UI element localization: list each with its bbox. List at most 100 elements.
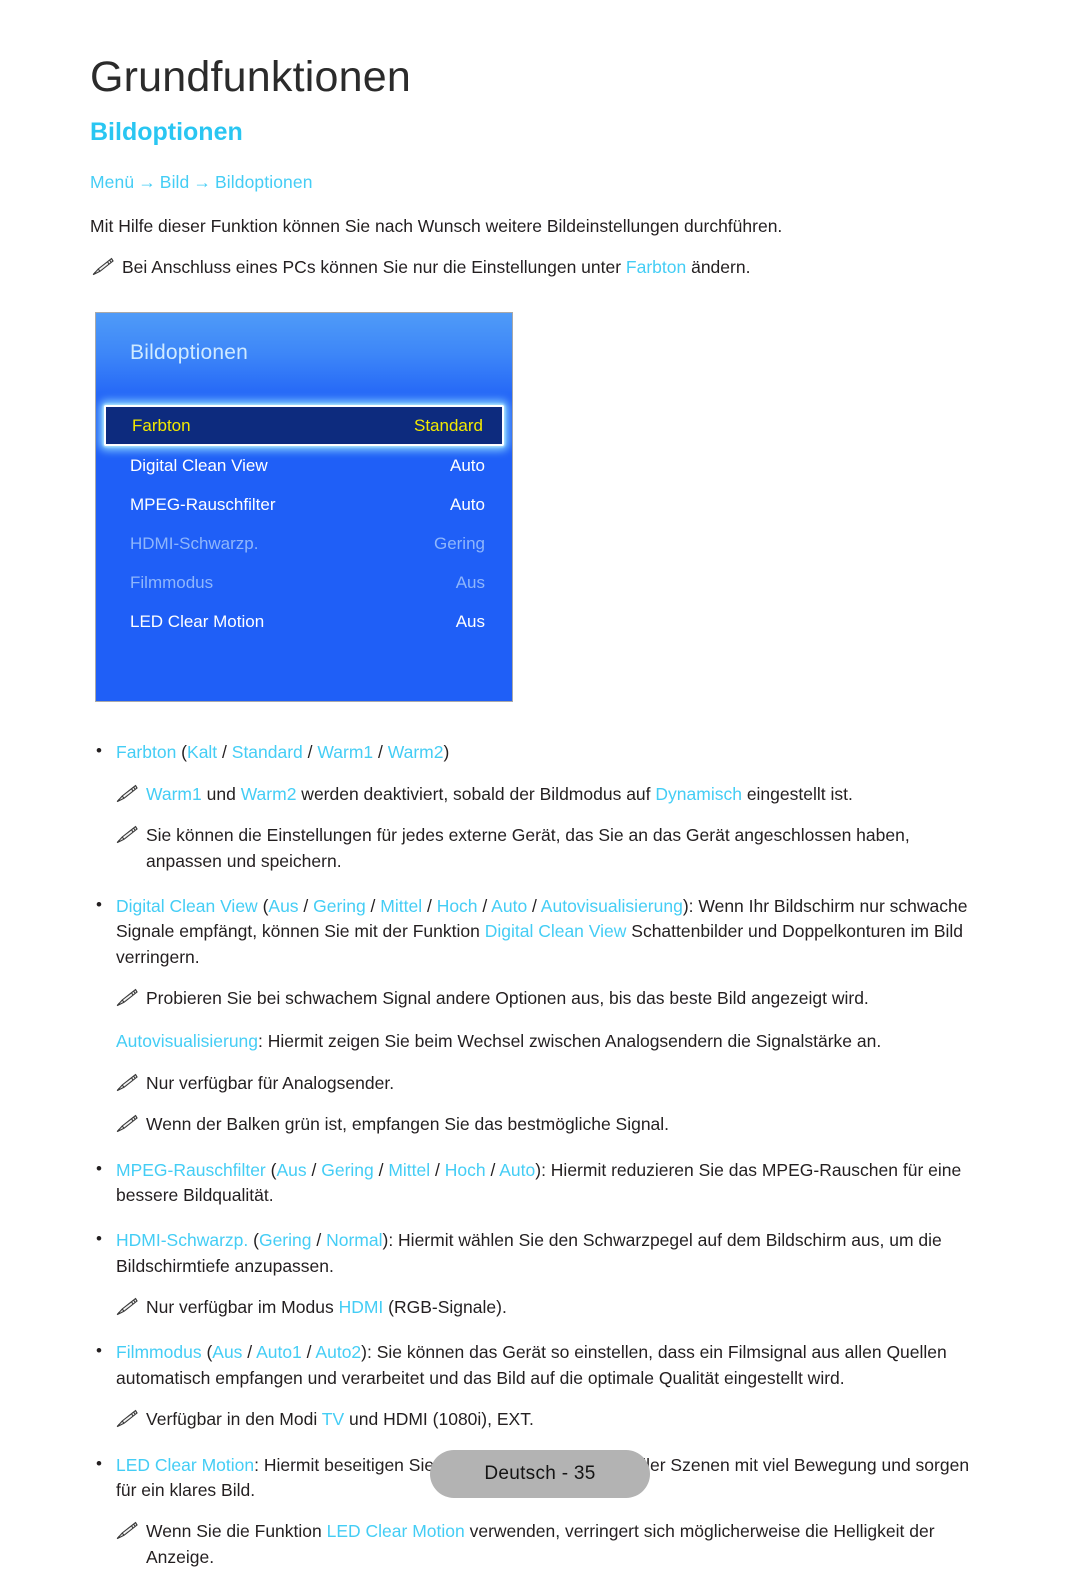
pencil-note-icon xyxy=(90,257,114,277)
option-sep: / xyxy=(298,895,314,916)
section-title: Bildoptionen xyxy=(90,117,243,146)
option-hoch: Hoch xyxy=(444,1159,486,1180)
osd-row-label: Filmmodus xyxy=(130,572,214,592)
bullet-term-farbton: Farbton xyxy=(116,742,177,763)
note-link-led-clear-motion: LED Clear Motion xyxy=(326,1521,465,1542)
pencil-note-icon xyxy=(114,784,138,804)
osd-screenshot-wrapper: Bildoptionen Farbton Standard Digital Cl… xyxy=(95,312,990,703)
page-footer: Deutsch - 35 xyxy=(0,1450,1080,1498)
option-auto: Auto xyxy=(491,895,528,916)
bullet-term-hdmi-schwarzp: HDMI-Schwarzp. xyxy=(116,1230,249,1251)
pencil-note-icon xyxy=(114,1297,138,1317)
option-sep: / xyxy=(311,1230,327,1251)
intro-paragraph: Mit Hilfe dieser Funktion können Sie nac… xyxy=(90,216,783,237)
option-sep: / xyxy=(301,1342,316,1363)
note-link-warm1: Warm1 xyxy=(146,783,202,804)
pencil-note-icon xyxy=(114,1073,138,1093)
osd-row-label: Farbton xyxy=(132,415,191,435)
paren-open: ( xyxy=(248,1230,259,1251)
note-text-1: und xyxy=(201,783,241,804)
note-pc-anschluss: Bei Anschluss eines PCs können Sie nur d… xyxy=(90,255,990,280)
note-verfuegbar-modi: Verfügbar in den Modi TV und HDMI (1080i… xyxy=(114,1407,990,1432)
bullet-hdmi-schwarzp: HDMI-Schwarzp. (Gering / Normal): Hiermi… xyxy=(90,1227,990,1279)
paren-open: ( xyxy=(265,1159,277,1180)
chapter-title: Grundfunktionen xyxy=(90,53,411,101)
note-text-pre: Wenn Sie die Funktion xyxy=(146,1521,327,1542)
note-externe-geraete: Sie können die Einstellungen für jedes e… xyxy=(114,823,990,874)
note-text: Nur verfügbar für Analogsender. xyxy=(146,1072,395,1093)
osd-row-value: Auto xyxy=(450,494,485,514)
option-sep: / xyxy=(422,895,437,916)
osd-menu-list: Farbton Standard Digital Clean View Auto… xyxy=(96,405,512,641)
paragraph-autovisualisierung: Autovisualisierung: Hiermit zeigen Sie b… xyxy=(90,1029,990,1054)
osd-row-digital-clean-view[interactable]: Digital Clean View Auto xyxy=(96,446,512,485)
option-gering: Gering xyxy=(258,1230,312,1251)
tv-osd-panel: Bildoptionen Farbton Standard Digital Cl… xyxy=(95,312,513,703)
page-number-badge: Deutsch - 35 xyxy=(430,1450,650,1498)
note-text-post: ändern. xyxy=(686,257,751,278)
option-standard: Standard xyxy=(231,742,303,763)
note-probieren-sie: Probieren Sie bei schwachem Signal ander… xyxy=(114,986,990,1011)
osd-row-led-clear-motion[interactable]: LED Clear Motion Aus xyxy=(96,602,512,641)
option-gering: Gering xyxy=(313,895,366,916)
osd-row-label: LED Clear Motion xyxy=(130,611,265,631)
paragraph-text: : Hiermit zeigen Sie beim Wechsel zwisch… xyxy=(258,1031,882,1052)
option-sep: / xyxy=(217,742,232,763)
option-normal: Normal xyxy=(326,1230,383,1251)
note-link-warm2: Warm2 xyxy=(240,783,297,804)
term-autovisualisierung: Autovisualisierung xyxy=(116,1031,259,1052)
note-text-2: werden deaktiviert, sobald der Bildmodus… xyxy=(296,783,656,804)
osd-row-label: MPEG-Rauschfilter xyxy=(130,494,276,514)
option-sep: / xyxy=(485,1159,500,1180)
note-link-dynamisch: Dynamisch xyxy=(655,783,742,804)
note-text-3: eingestellt ist. xyxy=(741,783,853,804)
option-auto1: Auto1 xyxy=(256,1342,302,1363)
note-nur-analogsender: Nur verfügbar für Analogsender. xyxy=(114,1071,990,1096)
osd-row-filmmodus: Filmmodus Aus xyxy=(96,563,512,602)
option-auto2: Auto2 xyxy=(315,1342,362,1363)
option-aus: Aus xyxy=(276,1159,307,1180)
option-warm2: Warm2 xyxy=(387,742,444,763)
bullet-mpeg-rauschfilter: MPEG-Rauschfilter (Aus / Gering / Mittel… xyxy=(90,1157,990,1209)
paren-open: ( xyxy=(176,742,188,763)
option-autovisualisierung: Autovisualisierung xyxy=(540,895,683,916)
note-text-post: und HDMI (1080i), EXT. xyxy=(344,1409,534,1430)
osd-row-hdmi-schwarzp: HDMI-Schwarzp. Gering xyxy=(96,524,512,563)
breadcrumb-item-menu: Menü xyxy=(90,171,135,192)
pencil-note-icon xyxy=(114,988,138,1008)
osd-row-value: Aus xyxy=(455,611,485,631)
paren-close: ) xyxy=(443,742,450,763)
pencil-note-icon xyxy=(114,1409,138,1429)
pencil-note-icon xyxy=(114,1521,138,1541)
option-sep: / xyxy=(430,1159,445,1180)
breadcrumb: Menü → Bild → Bildoptionen xyxy=(90,171,990,194)
osd-title: Bildoptionen xyxy=(130,341,248,365)
pencil-note-icon xyxy=(114,1114,138,1134)
option-mittel: Mittel xyxy=(380,895,423,916)
note-text: Wenn der Balken grün ist, empfangen Sie … xyxy=(146,1114,670,1135)
option-sep: / xyxy=(373,742,388,763)
note-link-hdmi: HDMI xyxy=(338,1297,384,1318)
note-text: Probieren Sie bei schwachem Signal ander… xyxy=(146,988,869,1009)
option-aus: Aus xyxy=(212,1342,243,1363)
note-text-post: (RGB-Signale). xyxy=(383,1297,507,1318)
option-sep: / xyxy=(302,742,318,763)
note-warm-deaktiviert: Warm1 und Warm2 werden deaktiviert, soba… xyxy=(114,782,990,807)
note-text-pre: Bei Anschluss eines PCs können Sie nur d… xyxy=(122,257,626,278)
osd-row-farbton[interactable]: Farbton Standard xyxy=(104,405,504,447)
osd-row-value: Gering xyxy=(433,533,485,553)
option-mittel: Mittel xyxy=(388,1159,431,1180)
inline-link-digital-clean-view: Digital Clean View xyxy=(484,921,627,942)
pencil-note-icon xyxy=(114,825,138,845)
bullet-term-digital-clean-view: Digital Clean View xyxy=(116,895,258,916)
option-aus: Aus xyxy=(268,895,299,916)
option-kalt: Kalt xyxy=(187,742,218,763)
option-sep: / xyxy=(527,895,541,916)
osd-row-mpeg-rauschfilter[interactable]: MPEG-Rauschfilter Auto xyxy=(96,485,512,524)
note-balken-gruen: Wenn der Balken grün ist, empfangen Sie … xyxy=(114,1112,990,1137)
option-gering: Gering xyxy=(321,1159,374,1180)
note-text-pre: Verfügbar in den Modi xyxy=(146,1409,322,1430)
osd-row-value: Standard xyxy=(414,415,483,435)
option-sep: / xyxy=(373,1159,389,1180)
breadcrumb-item-bildoptionen: Bildoptionen xyxy=(215,171,313,192)
